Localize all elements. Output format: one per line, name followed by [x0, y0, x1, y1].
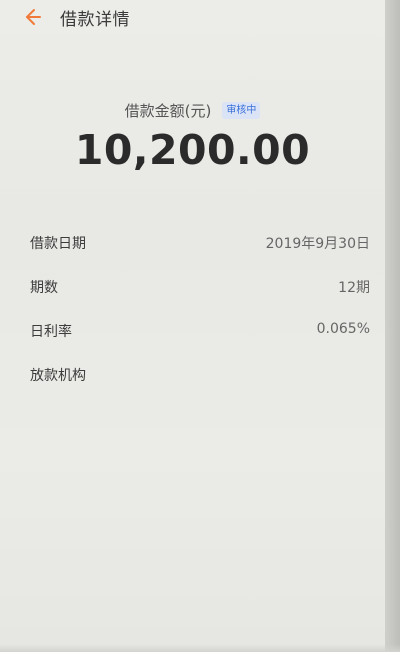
- screen-edge: [385, 0, 400, 652]
- detail-label: 期数: [30, 280, 58, 296]
- detail-row-periods: 期数 12期: [0, 270, 385, 314]
- bottom-shade: [0, 644, 400, 652]
- detail-value: 12期: [338, 280, 370, 296]
- detail-row-daily-rate: 日利率 0.065%: [0, 314, 385, 358]
- amount-label-row: 借款金额(元) 审核中: [0, 100, 385, 124]
- loan-detail-screen: 借款详情 借款金额(元) 审核中 10,200.00 借款日期 2019年9月3…: [0, 0, 385, 652]
- detail-value: 0.065%: [316, 321, 370, 337]
- detail-value: 2019年9月30日: [265, 236, 370, 252]
- arrow-left-icon: [26, 9, 41, 25]
- detail-label: 放款机构: [30, 368, 86, 384]
- detail-label: 借款日期: [30, 236, 86, 252]
- detail-label: 日利率: [30, 324, 72, 340]
- loan-amount: 10,200.00: [74, 126, 311, 174]
- page-title: 借款详情: [60, 10, 130, 30]
- top-nav-bar: 借款详情: [0, 0, 385, 36]
- status-badge: 审核中: [222, 102, 261, 119]
- detail-row-lender: 放款机构: [0, 358, 385, 402]
- amount-label: 借款金额(元): [124, 102, 212, 120]
- back-button[interactable]: [16, 4, 44, 30]
- detail-row-loan-date: 借款日期 2019年9月30日: [0, 226, 385, 270]
- detail-list: 借款日期 2019年9月30日 期数 12期 日利率 0.065% 放款机构: [0, 226, 385, 402]
